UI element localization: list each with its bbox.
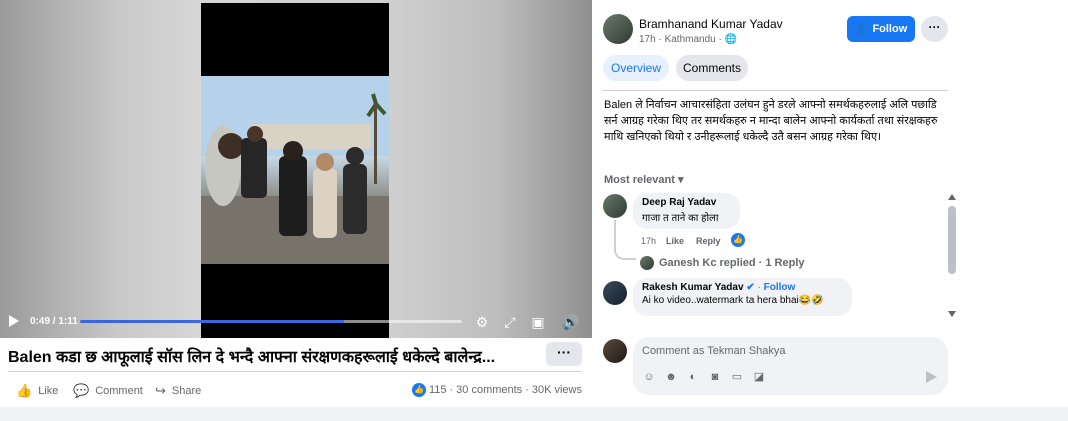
- post-meta: 17h · Kathmandu · 🌐: [639, 34, 737, 45]
- video-scene: [201, 76, 389, 264]
- comment-bubble: Rakesh Kumar Yadav ✔ · Follow Ai ko vide…: [633, 278, 852, 316]
- emoji-icon[interactable]: ☻: [664, 370, 678, 384]
- comments-scrollbar[interactable]: [946, 194, 958, 318]
- shapes-icon[interactable]: ◐: [686, 370, 700, 384]
- sort-label: Most relevant: [604, 174, 675, 186]
- post-left-panel: 0:49 / 1:11 ⚙ ⤢ ▣ 🔊 Balen कडा छ आफूलाई स…: [0, 0, 592, 421]
- comment-like-button[interactable]: Like: [666, 236, 684, 246]
- commenter-avatar[interactable]: [603, 194, 627, 218]
- sort-dropdown[interactable]: Most relevant ▾: [604, 173, 684, 186]
- post-stats: 👍 115 · 30 comments · 30K views: [411, 383, 582, 397]
- gif-icon[interactable]: ▭: [730, 370, 744, 384]
- commenter-avatar[interactable]: [603, 281, 627, 305]
- comment-text: Ai ko video..watermark ta hera bhai😂🤣: [642, 295, 824, 306]
- page-footer-band: [0, 407, 1068, 421]
- tab-overview[interactable]: Overview: [603, 55, 669, 81]
- comment-placeholder: Comment as Tekman Shakya: [642, 345, 786, 357]
- volume-icon[interactable]: 🔊: [562, 313, 580, 331]
- commenter-header: Rakesh Kumar Yadav ✔ · Follow: [642, 282, 843, 293]
- commenter-name[interactable]: Deep Raj Yadav: [642, 197, 731, 208]
- sticker-icon[interactable]: ◪: [752, 370, 766, 384]
- commenter-name[interactable]: Rakesh Kumar Yadav: [642, 282, 744, 293]
- like-label: Like: [38, 385, 59, 397]
- stats-sep: ·: [525, 384, 529, 396]
- globe-icon: 🌐: [724, 34, 738, 45]
- divider: [603, 90, 948, 91]
- view-replies-link[interactable]: Ganesh Kc replied · 1 Reply: [659, 257, 805, 269]
- add-user-icon: 👤: [854, 23, 869, 36]
- video-player[interactable]: 0:49 / 1:11 ⚙ ⤢ ▣ 🔊: [0, 0, 592, 338]
- video-frame: [201, 76, 389, 264]
- author-name[interactable]: Bramhanand Kumar Yadav: [639, 17, 783, 31]
- post-more-button[interactable]: ···: [546, 342, 582, 366]
- divider: [8, 371, 582, 372]
- post-meta-text: 17h · Kathmandu ·: [639, 34, 725, 45]
- comment-text: गाजा त ताने का होला: [642, 213, 719, 224]
- send-icon[interactable]: [926, 371, 937, 383]
- scroll-up-icon[interactable]: [948, 194, 956, 200]
- video-progress-bar[interactable]: [80, 320, 462, 323]
- like-button[interactable]: 👍 Like: [16, 383, 58, 399]
- comment-label: Comment: [95, 385, 143, 397]
- comment-button[interactable]: 💬 Comment: [73, 383, 143, 399]
- dot-sep: ·: [757, 282, 761, 293]
- follow-label: Follow: [872, 23, 908, 35]
- scrollbar-thumb[interactable]: [948, 206, 956, 274]
- stats-sep: ·: [449, 384, 454, 396]
- video-progress-fill: [80, 320, 344, 323]
- share-button[interactable]: ↪ Share: [155, 383, 201, 399]
- avatar-sticker-icon[interactable]: ☺: [642, 370, 656, 384]
- author-avatar[interactable]: [603, 14, 633, 44]
- author-more-button[interactable]: ···: [921, 16, 948, 42]
- tab-comments[interactable]: Comments: [676, 55, 748, 81]
- comment-bubble: Deep Raj Yadav गाजा त ताने का होला: [633, 193, 740, 229]
- follow-button[interactable]: 👤 Follow: [847, 16, 915, 42]
- video-time: 0:49 / 1:11: [30, 316, 78, 327]
- camera-icon[interactable]: ◙: [708, 370, 722, 384]
- scroll-down-icon[interactable]: [948, 311, 956, 317]
- comment-reply-button[interactable]: Reply: [696, 236, 721, 246]
- my-avatar[interactable]: [603, 339, 627, 363]
- thumbs-up-icon: 👍: [16, 383, 33, 398]
- view-count: 30K views: [531, 384, 582, 396]
- post-title: Balen कडा छ आफूलाई सॉस लिन दे भन्दै आफ्न…: [8, 349, 496, 366]
- picture-in-picture-icon[interactable]: ▣: [529, 313, 547, 331]
- thread-line: [614, 220, 636, 260]
- play-icon[interactable]: [9, 315, 19, 327]
- video-controls: 0:49 / 1:11 ⚙ ⤢ ▣ 🔊: [0, 308, 592, 338]
- chevron-down-icon: ▾: [677, 174, 684, 186]
- like-reaction-icon: 👍: [731, 233, 745, 247]
- replier-avatar: [640, 256, 654, 270]
- comment-time[interactable]: 17h: [641, 236, 656, 246]
- share-label: Share: [171, 385, 202, 397]
- share-icon: ↪: [155, 383, 166, 398]
- post-description: Balen ले निर्वाचन आचारसंहिता उलंघन हुने …: [604, 99, 938, 143]
- like-reaction-icon: 👍: [411, 383, 426, 397]
- comment-count[interactable]: 30 comments: [456, 384, 522, 396]
- verified-icon: ✔: [746, 282, 755, 293]
- commenter-follow-link[interactable]: Follow: [764, 282, 796, 293]
- comment-input[interactable]: Comment as Tekman Shakya ☺ ☻ ◐ ◙ ▭ ◪: [633, 337, 948, 395]
- comment-icon: 💬: [73, 383, 90, 398]
- expand-icon[interactable]: ⤢: [501, 313, 519, 331]
- gear-icon[interactable]: ⚙: [473, 313, 491, 331]
- reaction-count[interactable]: 115: [429, 384, 447, 396]
